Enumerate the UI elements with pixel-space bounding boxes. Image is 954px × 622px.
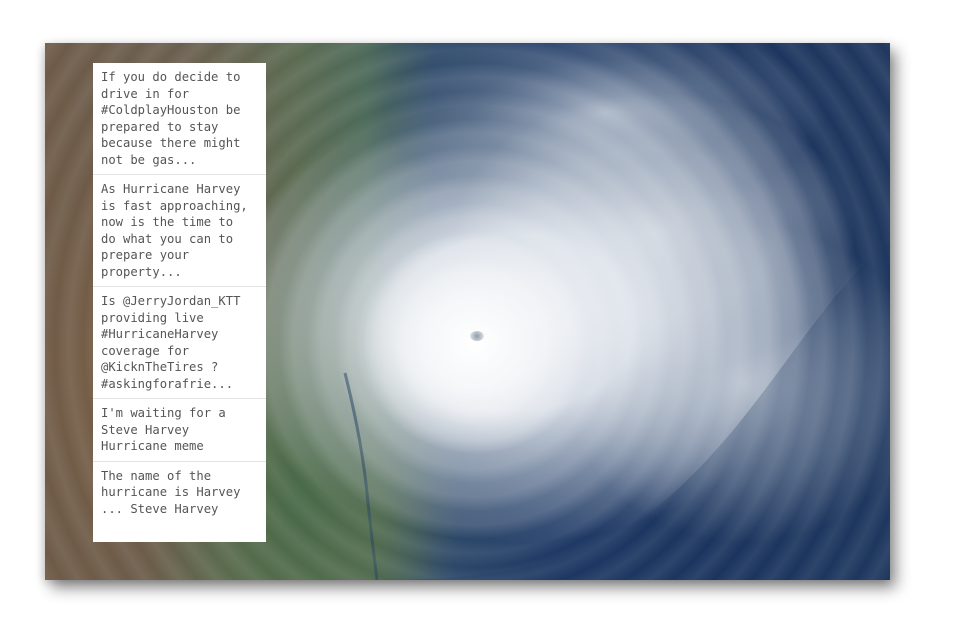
screenshot-stage: If you do decide to drive in for #Coldpl… [0, 0, 954, 622]
tweet-item[interactable]: Is @JerryJordan_KTT providing live #Hurr… [93, 287, 266, 399]
tweet-item[interactable]: The name of the hurricane is Harvey ... … [93, 462, 266, 524]
tweet-item[interactable]: I'm waiting for a Steve Harvey Hurricane… [93, 399, 266, 462]
tweet-item[interactable]: If you do decide to drive in for #Coldpl… [93, 63, 266, 175]
tweet-list: If you do decide to drive in for #Coldpl… [93, 63, 266, 542]
hurricane-eye [470, 331, 484, 341]
tweet-item[interactable]: As Hurricane Harvey is fast approaching,… [93, 175, 266, 287]
